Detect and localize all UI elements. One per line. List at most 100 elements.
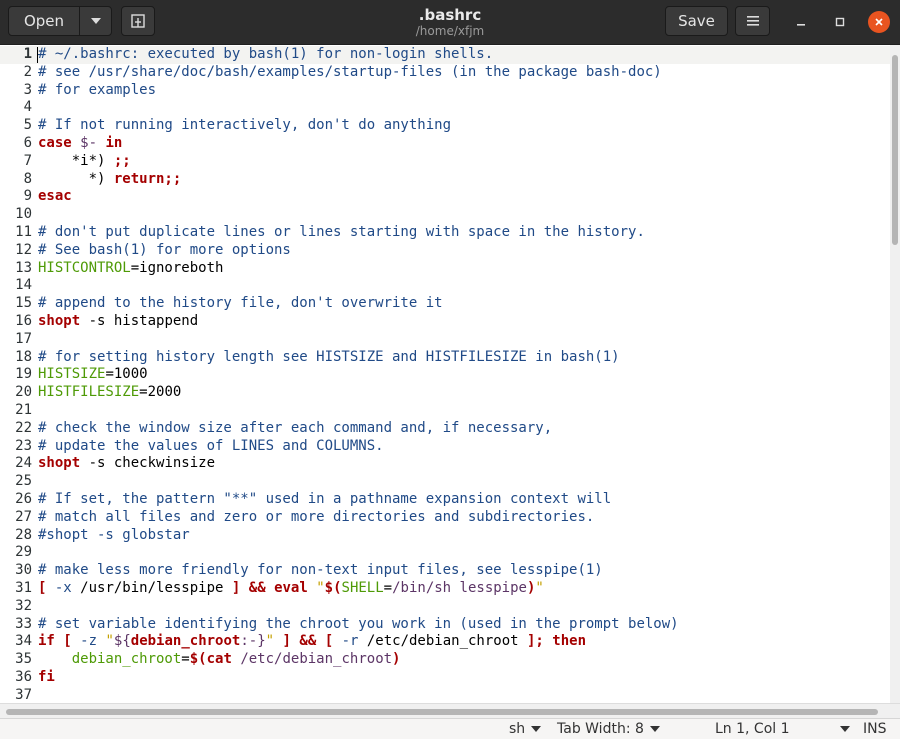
code-line[interactable]: 6 case $- in: [0, 135, 890, 153]
code-token: # don't put duplicate lines or lines sta…: [38, 224, 645, 240]
code-line[interactable]: 17: [0, 331, 890, 349]
save-button[interactable]: Save: [665, 6, 728, 36]
insert-mode-indicator[interactable]: INS: [863, 721, 887, 737]
open-menu-button[interactable]: [79, 6, 112, 36]
code-token: debian_chroot: [71, 651, 182, 668]
line-number: 27: [15, 508, 32, 525]
code-line[interactable]: 4: [0, 99, 890, 117]
code-line[interactable]: 21: [0, 402, 890, 420]
code-token: # set variable identifying the chroot yo…: [38, 615, 679, 632]
line-number: 13: [15, 259, 32, 276]
line-number: 17: [15, 330, 32, 347]
code-line[interactable]: 37: [0, 687, 890, 703]
code-line[interactable]: 13 HISTCONTROL=ignoreboth: [0, 260, 890, 278]
language-label: sh: [509, 721, 526, 737]
code-token: =: [383, 580, 393, 596]
code-line[interactable]: 3 # for examples: [0, 82, 890, 100]
code-line[interactable]: 30 # make less more friendly for non-text…: [0, 562, 890, 580]
code-line[interactable]: 1 # ~/.bashrc: executed by bash(1) for no…: [0, 46, 890, 64]
code-line[interactable]: 24 shopt -s checkwinsize: [0, 455, 890, 473]
code-line[interactable]: 9 esac: [0, 188, 890, 206]
cursor-position-selector[interactable]: Ln 1, Col 1: [715, 721, 850, 737]
code-line[interactable]: 19 HISTSIZE=1000: [0, 366, 890, 384]
horizontal-scrollbar-thumb[interactable]: [6, 709, 878, 715]
code-text: debian_chroot=$(cat /etc/debian_chroot): [38, 651, 401, 669]
code-line[interactable]: 15 # append to the history file, don't ov…: [0, 295, 890, 313]
line-number: 24: [15, 455, 32, 472]
code-line[interactable]: 25: [0, 473, 890, 491]
code-line[interactable]: 20 HISTFILESIZE=2000: [0, 384, 890, 402]
code-token: # make less more friendly for non-text i…: [38, 562, 603, 579]
code-token: *i*): [38, 152, 114, 169]
close-icon: [875, 18, 883, 26]
code-token: HISTCONTROL: [38, 259, 131, 276]
code-text: # for examples: [38, 82, 156, 100]
maximize-button[interactable]: [830, 12, 850, 32]
open-button[interactable]: Open: [8, 6, 80, 36]
minimize-button[interactable]: [791, 12, 811, 32]
code-token: HISTSIZE: [38, 366, 106, 383]
vertical-scrollbar-thumb[interactable]: [892, 55, 898, 245]
code-token: -s checkwinsize: [80, 455, 216, 472]
code-token: $(cat: [189, 651, 232, 668]
line-number: 7: [23, 152, 32, 169]
code-token: debian_chroot: [130, 633, 241, 650]
code-line[interactable]: 10: [0, 206, 890, 224]
code-line[interactable]: 2 # see /usr/share/doc/bash/examples/star…: [0, 64, 890, 82]
code-line[interactable]: 11 # don't put duplicate lines or lines s…: [0, 224, 890, 242]
code-token: &&: [248, 580, 266, 596]
line-number: 2: [23, 63, 32, 80]
window-subtitle: /home/xfjm: [415, 24, 485, 38]
code-token: [: [324, 633, 334, 650]
code-line[interactable]: 22 # check the window size after each com…: [0, 420, 890, 438]
code-line[interactable]: 27 # match all files and zero or more dir…: [0, 509, 890, 527]
code-line[interactable]: 16 shopt -s histappend: [0, 313, 890, 331]
new-tab-button[interactable]: [121, 6, 155, 36]
code-token: # for examples: [38, 81, 157, 98]
code-token: shopt: [38, 313, 81, 329]
menu-button[interactable]: [735, 6, 770, 36]
code-token: =: [181, 651, 190, 668]
code-token: fi: [38, 669, 55, 685]
code-token: # If set, the pattern "**" used in a pat…: [38, 491, 612, 507]
code-text: # set variable identifying the chroot yo…: [38, 616, 679, 634]
line-number: 26: [15, 491, 32, 507]
code-text: # match all files and zero or more direc…: [38, 509, 594, 527]
code-token: # see /usr/share/doc/bash/examples/start…: [38, 63, 662, 80]
code-line[interactable]: 33 # set variable identifying the chroot …: [0, 616, 890, 634]
code-line[interactable]: 28 #shopt -s globstar: [0, 527, 890, 545]
code-line[interactable]: 35 debian_chroot=$(cat /etc/debian_chroo…: [0, 651, 890, 669]
language-selector[interactable]: sh: [509, 721, 542, 737]
code-token: =ignoreboth: [130, 259, 224, 276]
chevron-down-icon: [649, 726, 660, 732]
code-line[interactable]: 18 # for setting history length see HISTS…: [0, 349, 890, 367]
line-number: 9: [23, 188, 32, 205]
text-editor[interactable]: 1 # ~/.bashrc: executed by bash(1) for no…: [0, 45, 900, 703]
code-token: ): [392, 651, 401, 668]
code-line[interactable]: 14: [0, 277, 890, 295]
code-line[interactable]: 8 *) return;;: [0, 171, 890, 189]
code-line[interactable]: 32: [0, 598, 890, 616]
line-number: 36: [15, 669, 32, 685]
code-line[interactable]: 31 [ -x /usr/bin/lesspipe ] && eval "$(SH…: [0, 580, 890, 598]
code-text: #shopt -s globstar: [38, 527, 190, 545]
close-button[interactable]: [868, 11, 890, 33]
code-line[interactable]: 23 # update the values of LINES and COLUM…: [0, 438, 890, 456]
code-text: HISTCONTROL=ignoreboth: [38, 260, 223, 278]
tab-width-selector[interactable]: Tab Width: 8: [557, 721, 660, 737]
code-line[interactable]: 34 if [ -z "${debian_chroot:-}" ] && [ -r…: [0, 633, 890, 651]
code-line[interactable]: 12 # See bash(1) for more options: [0, 242, 890, 260]
code-token: # match all files and zero or more direc…: [38, 508, 595, 525]
code-token: /etc/debian_chroot: [240, 651, 393, 668]
code-line[interactable]: 29: [0, 544, 890, 562]
code-line[interactable]: 7 *i*) ;;: [0, 153, 890, 171]
code-line[interactable]: 26 # If set, the pattern "**" used in a p…: [0, 491, 890, 509]
code-line[interactable]: 5 # If not running interactively, don't d…: [0, 117, 890, 135]
code-text: shopt -s checkwinsize: [38, 455, 215, 473]
code-text: # append to the history file, don't over…: [38, 295, 443, 313]
code-token: # If not running interactively, don't do…: [38, 117, 452, 134]
code-text: # for setting history length see HISTSIZ…: [38, 349, 620, 367]
code-line[interactable]: 36 fi: [0, 669, 890, 687]
